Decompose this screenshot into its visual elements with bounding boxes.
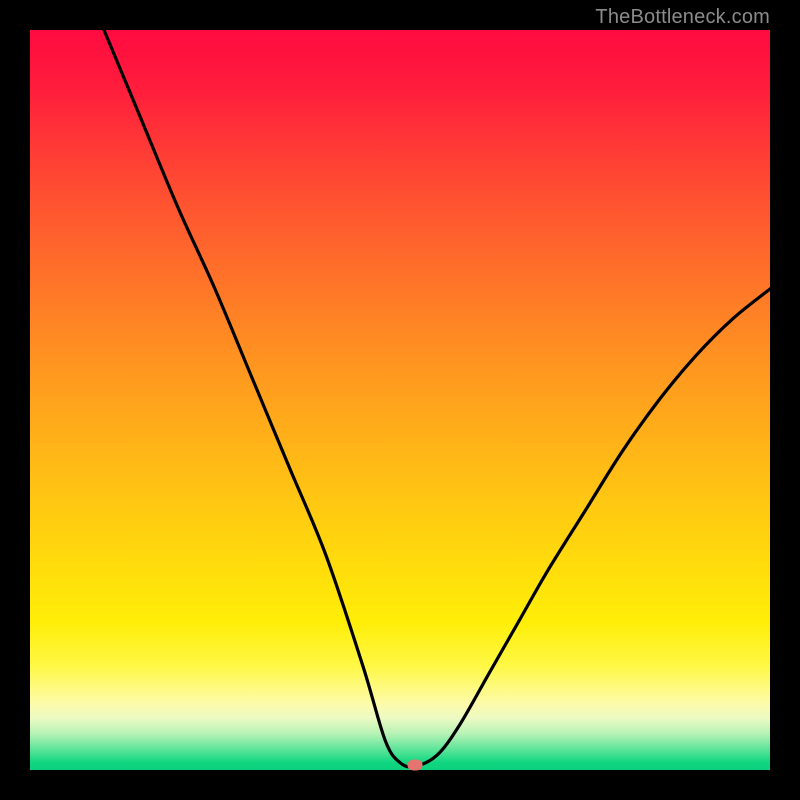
chart-frame: TheBottleneck.com [0,0,800,800]
bottleneck-curve [30,30,770,770]
watermark-text: TheBottleneck.com [595,6,770,29]
chart-plot-area [30,30,770,770]
optimal-point-marker [407,759,422,770]
